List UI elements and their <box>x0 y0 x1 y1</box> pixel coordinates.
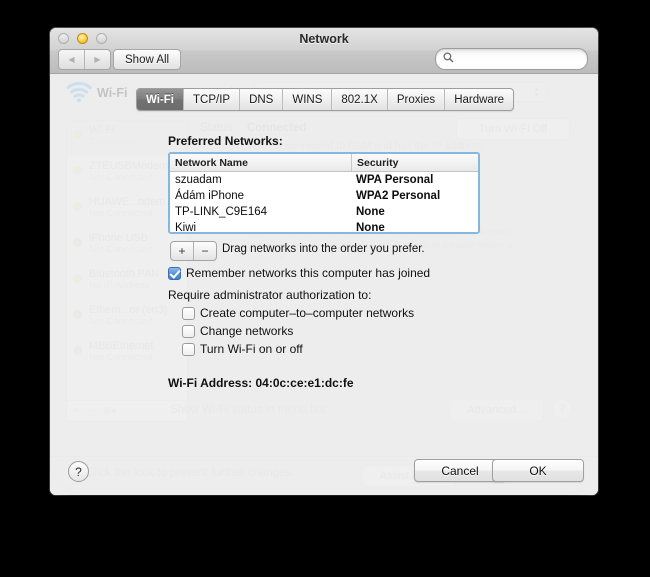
checkbox-box[interactable] <box>168 267 181 280</box>
preferred-networks-label: Preferred Networks: <box>168 134 283 148</box>
screen: Network ◀ ▶ Show All Wi-Fi ▲ ▼ Wi-Fi Con… <box>0 0 650 577</box>
wifi-address-value: 04:0c:ce:e1:dc:fe <box>255 376 354 390</box>
show-all-button[interactable]: Show All <box>113 49 182 70</box>
wifi-advanced-sheet: Wi-Fi TCP/IP DNS WINS 802.1X Proxies Har… <box>50 74 598 495</box>
chevron-left-icon[interactable]: ◀ <box>59 50 84 69</box>
search-field[interactable] <box>435 48 588 70</box>
checkbox-box[interactable] <box>182 307 195 320</box>
tab-proxies[interactable]: Proxies <box>386 89 444 110</box>
checkbox-box[interactable] <box>182 343 195 356</box>
tab-8021x[interactable]: 802.1X <box>331 89 386 110</box>
checkbox-box[interactable] <box>182 325 195 338</box>
admin-option-label: Create computer–to–computer networks <box>200 306 415 320</box>
cell-network-name: szuadam <box>175 174 222 186</box>
tab-hardware[interactable]: Hardware <box>444 89 513 110</box>
table-row[interactable]: Kiwi None <box>170 220 478 234</box>
table-row[interactable]: Ádám iPhone WPA2 Personal <box>170 188 478 204</box>
cell-security: None <box>356 206 385 218</box>
column-header-security[interactable]: Security <box>351 154 478 171</box>
admin-option-label: Turn Wi-Fi on or off <box>200 342 303 356</box>
table-row[interactable]: TP-LINK_C9E164 None <box>170 204 478 220</box>
cell-security: WPA2 Personal <box>356 190 441 202</box>
network-preferences-window: Network ◀ ▶ Show All Wi-Fi ▲ ▼ Wi-Fi Con… <box>50 28 598 495</box>
remember-networks-checkbox[interactable]: Remember networks this computer has join… <box>168 266 430 280</box>
help-button[interactable]: ? <box>68 461 89 482</box>
table-row[interactable]: szuadam WPA Personal <box>170 172 478 188</box>
ok-button[interactable]: OK <box>492 459 584 482</box>
table-header: Network Name Security <box>170 154 478 172</box>
remove-network-button[interactable]: − <box>193 242 216 260</box>
cell-security: None <box>356 222 385 234</box>
admin-option-label: Change networks <box>200 324 294 338</box>
cell-network-name: Ádám iPhone <box>175 190 245 202</box>
column-header-network-name[interactable]: Network Name <box>170 154 351 171</box>
tab-wins[interactable]: WINS <box>282 89 331 110</box>
remember-networks-label: Remember networks this computer has join… <box>186 266 431 280</box>
wifi-address-row: Wi-Fi Address: 04:0c:ce:e1:dc:fe <box>168 376 354 390</box>
wifi-address-label: Wi-Fi Address: <box>168 376 253 390</box>
admin-option-change-networks[interactable]: Change networks <box>182 324 293 338</box>
admin-option-turn-wifi[interactable]: Turn Wi-Fi on or off <box>182 342 303 356</box>
cell-network-name: TP-LINK_C9E164 <box>175 206 268 218</box>
require-admin-label: Require administrator authorization to: <box>168 288 372 302</box>
cell-network-name: Kiwi <box>175 222 197 234</box>
preferences-content: Wi-Fi Location: Automatic ▲▼ Wi-Fi Conne… <box>50 74 598 495</box>
sheet-tab-bar: Wi-Fi TCP/IP DNS WINS 802.1X Proxies Har… <box>136 88 515 111</box>
add-network-button[interactable]: + <box>171 242 193 260</box>
window-title: Network <box>299 32 349 46</box>
search-icon <box>443 50 454 68</box>
nav-segmented-control[interactable]: ◀ ▶ <box>58 49 111 70</box>
window-titlebar: Network ◀ ▶ Show All <box>50 28 598 74</box>
sheet-footer: ? Cancel OK <box>50 453 598 495</box>
wifi-tab-panel: Preferred Networks: Network Name Securit… <box>50 110 598 495</box>
preferred-networks-table[interactable]: Network Name Security szuadam WPA Person… <box>168 152 480 234</box>
search-input[interactable] <box>458 52 582 66</box>
cell-security: WPA Personal <box>356 174 434 186</box>
admin-option-create-networks[interactable]: Create computer–to–computer networks <box>182 306 414 320</box>
tab-tcpip[interactable]: TCP/IP <box>183 89 239 110</box>
add-remove-network-control: + − <box>170 241 217 261</box>
chevron-right-icon[interactable]: ▶ <box>84 50 110 69</box>
drag-order-hint: Drag networks into the order you prefer. <box>222 243 425 255</box>
tab-dns[interactable]: DNS <box>239 89 282 110</box>
tab-wifi[interactable]: Wi-Fi <box>137 89 183 110</box>
